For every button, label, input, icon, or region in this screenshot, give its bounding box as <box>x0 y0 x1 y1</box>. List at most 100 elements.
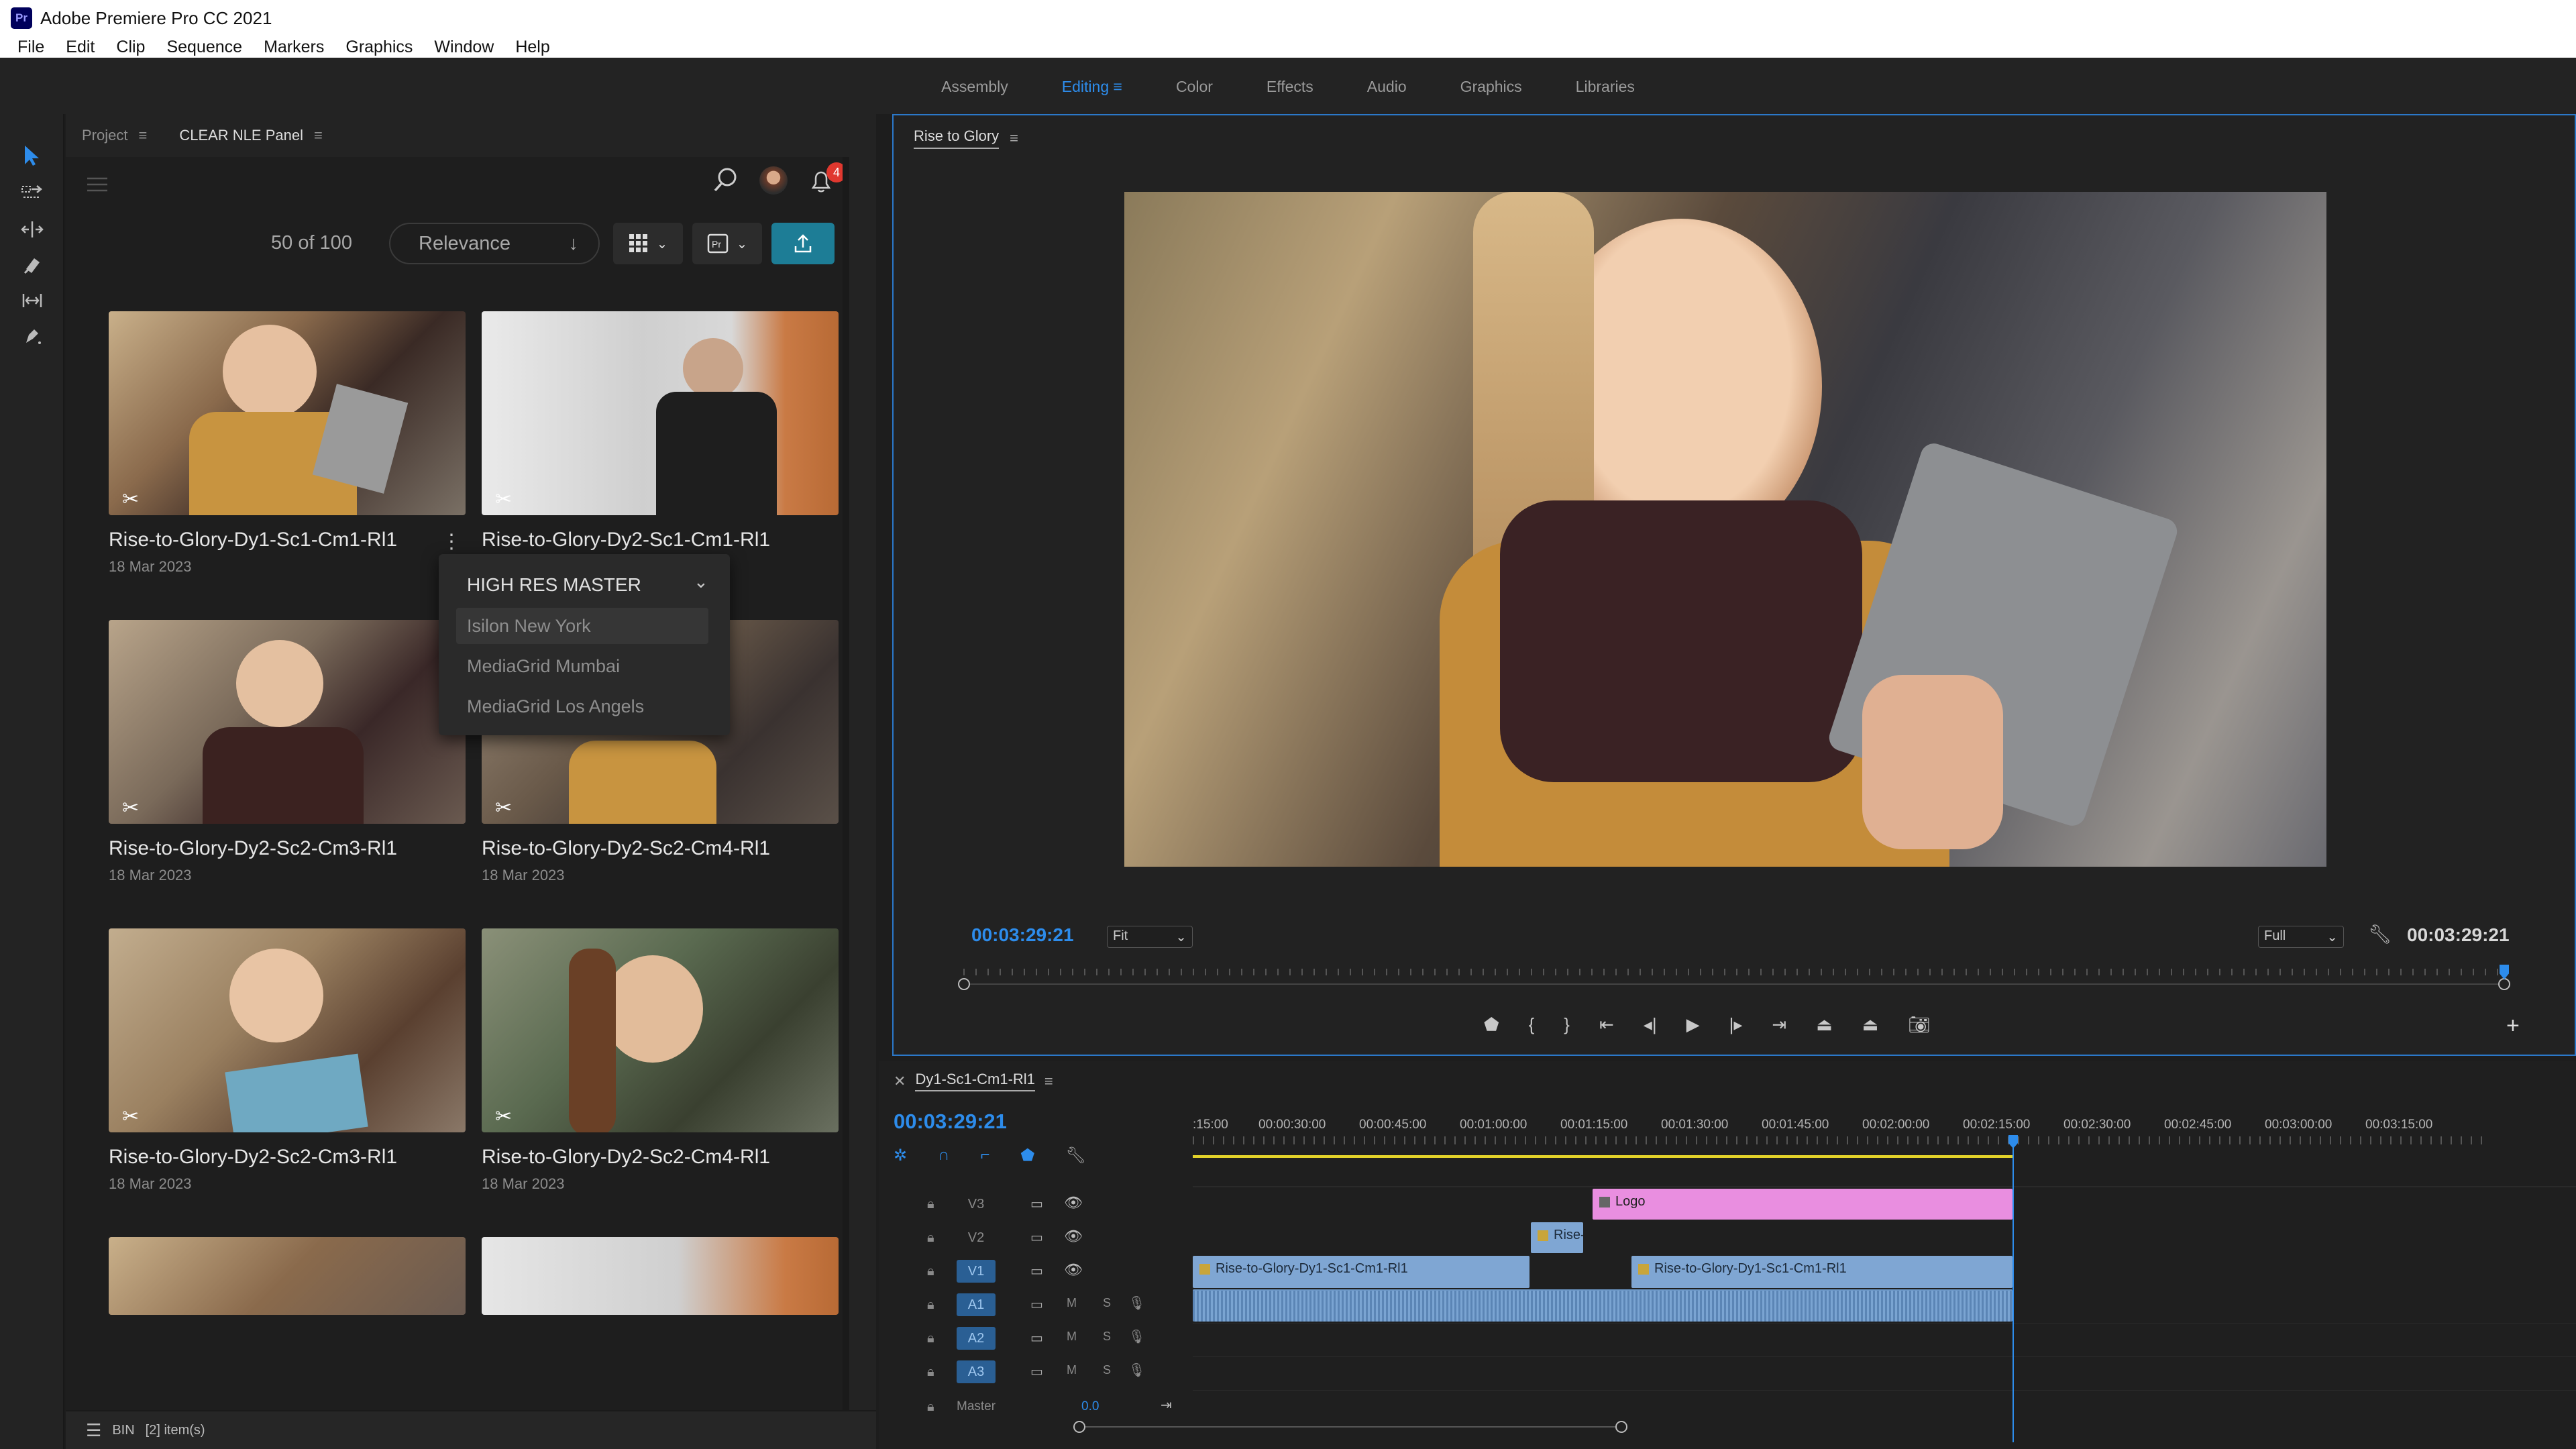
video-clip[interactable]: Rise-to-Glory-Dy1-Sc1-Cm1-Rl1 <box>1193 1256 1529 1288</box>
clip-thumbnail[interactable]: ✂ <box>109 311 466 515</box>
add-marker-icon[interactable]: ⬟ <box>1020 1146 1034 1165</box>
menu-markers[interactable]: Markers <box>264 38 324 57</box>
more-options-icon[interactable]: ⋮ <box>441 530 462 553</box>
mute-button[interactable]: M <box>1067 1330 1077 1344</box>
lock-icon[interactable]: 🔒︎ <box>927 1264 934 1279</box>
monitor-scrub-track[interactable] <box>963 983 2504 985</box>
menu-clip[interactable]: Clip <box>116 38 145 57</box>
add-button-icon[interactable]: + <box>2506 1013 2520 1039</box>
snap-magnet-icon[interactable]: ∩ <box>938 1146 949 1165</box>
timeline-settings-icon[interactable]: 🔧︎ <box>1065 1146 1085 1165</box>
clip-thumbnail[interactable] <box>109 1237 466 1315</box>
tab-sequence[interactable]: Dy1-Sc1-Cm1-Rl1 <box>915 1071 1035 1091</box>
clip-title[interactable]: Rise-to-Glory-Dy2-Sc2-Cm4-Rl1 <box>482 1146 770 1169</box>
zoom-handle-right[interactable] <box>1615 1421 1627 1433</box>
workspace-audio[interactable]: Audio <box>1367 78 1407 96</box>
track-select-tool-icon[interactable] <box>19 180 46 207</box>
clip-thumbnail[interactable]: ✂ <box>109 620 466 824</box>
video-clip[interactable]: Rise-to-Glory-Dy1-Sc1-Cm1-Rl1 <box>1631 1256 2012 1288</box>
out-handle[interactable] <box>2498 978 2510 990</box>
workspace-editing[interactable]: Editing ≡ <box>1062 78 1122 96</box>
dropdown-option[interactable]: MediaGrid Mumbai <box>467 656 620 677</box>
tab-clear-menu-icon[interactable]: ≡ <box>314 127 323 144</box>
video-preview[interactable] <box>1124 192 2326 867</box>
tab-clear-nle-panel[interactable]: CLEAR NLE Panel <box>179 127 303 144</box>
zoom-dropdown[interactable]: Fit ⌄ <box>1107 926 1193 948</box>
monitor-playhead[interactable] <box>2500 965 2509 979</box>
video-clip[interactable]: Rise-to-Glor <box>1531 1222 1583 1253</box>
mute-button[interactable]: M <box>1067 1363 1077 1377</box>
tab-project[interactable]: Project <box>82 127 127 144</box>
menu-sequence[interactable]: Sequence <box>166 38 242 57</box>
slip-tool-icon[interactable] <box>19 287 46 314</box>
hamburger-icon[interactable] <box>86 176 109 197</box>
work-area-bar[interactable] <box>1193 1155 2012 1158</box>
lock-icon[interactable]: 🔒︎ <box>927 1364 934 1380</box>
clip-title[interactable]: Rise-to-Glory-Dy1-Sc1-Cm1-Rl1 <box>109 529 397 551</box>
workspace-assembly[interactable]: Assembly <box>941 78 1008 96</box>
sync-lock-icon[interactable]: ▭ <box>1030 1296 1043 1313</box>
eye-icon[interactable]: 👁︎ <box>1064 1228 1083 1245</box>
microphone-icon[interactable]: 🎙︎ <box>1128 1362 1145 1379</box>
timeline-playhead[interactable] <box>2008 1135 2018 1148</box>
wrench-icon[interactable]: 🔧︎ <box>2368 923 2392 945</box>
scrollbar[interactable] <box>843 157 849 1411</box>
list-view-icon[interactable]: ☰ <box>86 1420 101 1441</box>
in-handle[interactable] <box>958 978 970 990</box>
timeline-timecode[interactable]: 00:03:29:21 <box>894 1110 1007 1134</box>
target-app-button[interactable]: Pr ⌄ <box>692 223 762 264</box>
track-label[interactable]: A3 <box>957 1360 996 1383</box>
playhead-timecode[interactable]: 00:03:29:21 <box>971 924 1074 946</box>
mark-in-icon[interactable]: { <box>1529 1014 1535 1035</box>
tab-program-monitor[interactable]: Rise to Glory <box>914 127 1000 149</box>
sort-dropdown[interactable]: Relevance ↓ <box>389 223 600 264</box>
sync-lock-icon[interactable]: ▭ <box>1030 1229 1043 1246</box>
selection-tool-icon[interactable] <box>19 142 46 169</box>
playback-resolution-dropdown[interactable]: Full ⌄ <box>2258 926 2344 948</box>
lock-icon[interactable]: 🔒︎ <box>927 1399 934 1415</box>
clip-thumbnail[interactable]: ✂ <box>109 928 466 1132</box>
track-label[interactable]: V3 <box>957 1193 996 1216</box>
dropdown-option[interactable]: Isilon New York <box>467 616 591 637</box>
mute-button[interactable]: M <box>1067 1296 1077 1310</box>
nest-icon[interactable]: ✲ <box>894 1146 907 1165</box>
dropdown-header[interactable]: HIGH RES MASTER <box>467 574 641 596</box>
microphone-icon[interactable]: 🎙︎ <box>1128 1328 1145 1345</box>
sync-lock-icon[interactable]: ▭ <box>1030 1330 1043 1346</box>
extract-icon[interactable]: ⏏ <box>1862 1014 1879 1035</box>
clip-thumbnail[interactable]: ✂ <box>482 311 839 515</box>
workspace-libraries[interactable]: Libraries <box>1576 78 1635 96</box>
tab-project-menu-icon[interactable]: ≡ <box>138 127 147 144</box>
step-back-icon[interactable]: ◂| <box>1644 1014 1657 1035</box>
lock-icon[interactable]: 🔒︎ <box>927 1297 934 1313</box>
clip-title[interactable]: Rise-to-Glory-Dy2-Sc1-Cm1-Rl1 <box>482 529 770 551</box>
clip-thumbnail[interactable] <box>482 1237 839 1315</box>
storage-dropdown[interactable]: HIGH RES MASTER ⌄ Isilon New York MediaG… <box>439 554 730 735</box>
linked-selection-icon[interactable]: ⌐ <box>980 1146 989 1165</box>
workspace-graphics[interactable]: Graphics <box>1460 78 1522 96</box>
monitor-menu-icon[interactable]: ≡ <box>1010 129 1018 147</box>
menu-edit[interactable]: Edit <box>66 38 95 57</box>
dropdown-option[interactable]: MediaGrid Los Angels <box>467 696 644 717</box>
search-icon[interactable] <box>712 166 739 197</box>
menu-window[interactable]: Window <box>434 38 494 57</box>
track-label[interactable]: A2 <box>957 1327 996 1350</box>
step-forward-icon[interactable]: |▸ <box>1729 1014 1743 1035</box>
pen-tool-icon[interactable] <box>19 322 46 349</box>
workspace-color[interactable]: Color <box>1176 78 1213 96</box>
go-to-end-icon[interactable]: ⇥ <box>1161 1397 1172 1413</box>
lock-icon[interactable]: 🔒︎ <box>927 1197 934 1212</box>
timeline-zoom-scrollbar[interactable] <box>1079 1426 1621 1428</box>
sync-lock-icon[interactable]: ▭ <box>1030 1363 1043 1380</box>
eye-icon[interactable]: 👁︎ <box>1064 1194 1083 1212</box>
clip-title[interactable]: Rise-to-Glory-Dy2-Sc2-Cm3-Rl1 <box>109 837 397 860</box>
solo-button[interactable]: S <box>1103 1296 1111 1310</box>
solo-button[interactable]: S <box>1103 1363 1111 1377</box>
lock-icon[interactable]: 🔒︎ <box>927 1230 934 1246</box>
camera-icon[interactable]: 📷︎ <box>1908 1014 1930 1035</box>
track-label[interactable]: A1 <box>957 1293 996 1316</box>
menu-file[interactable]: File <box>17 38 44 57</box>
master-volume[interactable]: 0.0 <box>1081 1399 1099 1414</box>
sync-lock-icon[interactable]: ▭ <box>1030 1195 1043 1212</box>
microphone-icon[interactable]: 🎙︎ <box>1128 1295 1145 1311</box>
